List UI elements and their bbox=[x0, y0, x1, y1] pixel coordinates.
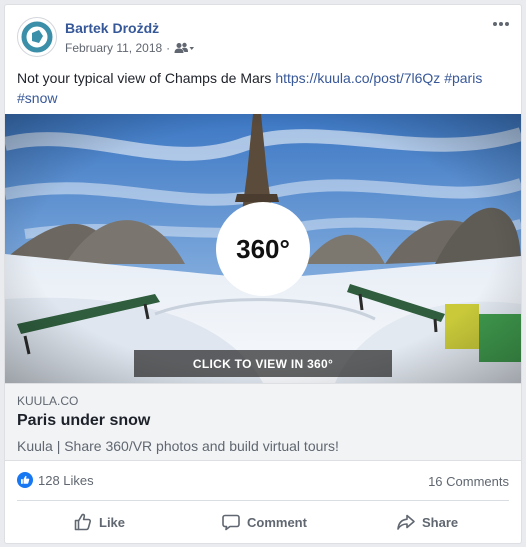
share-button[interactable]: Share bbox=[396, 502, 458, 542]
like-button[interactable]: Like bbox=[73, 502, 125, 542]
kuula-logo-icon bbox=[21, 21, 53, 53]
view-in-360-button[interactable]: CLICK TO VIEW IN 360° bbox=[134, 350, 392, 377]
comment-label: Comment bbox=[247, 514, 307, 530]
more-options-icon[interactable] bbox=[491, 17, 511, 31]
link-domain: KUULA.CO bbox=[17, 394, 79, 408]
likes-count[interactable]: 128 Likes bbox=[38, 473, 94, 488]
comments-count[interactable]: 16 Comments bbox=[428, 474, 509, 489]
comment-button[interactable]: Comment bbox=[221, 502, 307, 542]
link-description: Kuula | Share 360/VR photos and build vi… bbox=[17, 438, 339, 454]
link-preview[interactable]: KUULA.CO Paris under snow Kuula | Share … bbox=[5, 383, 521, 461]
author-name[interactable]: Bartek Drożdż bbox=[65, 20, 159, 36]
share-label: Share bbox=[422, 514, 459, 530]
like-reaction-icon bbox=[17, 472, 33, 488]
meta-separator: · bbox=[166, 41, 171, 55]
comment-icon bbox=[222, 514, 240, 531]
360-badge[interactable]: 360° bbox=[216, 202, 310, 296]
post-header: Bartek Drożdż February 11, 2018 · bbox=[5, 5, 521, 63]
thumbs-up-icon bbox=[74, 513, 92, 531]
post-link[interactable]: https://kuula.co/post/7l6Qz bbox=[275, 70, 440, 86]
post-text: Not your typical view of Champs de Mars … bbox=[17, 68, 507, 108]
post-stats: 128 Likes 16 Comments bbox=[17, 461, 509, 501]
post-meta: February 11, 2018 · bbox=[65, 41, 195, 55]
hashtag-snow[interactable]: #snow bbox=[17, 90, 57, 106]
link-title[interactable]: Paris under snow bbox=[17, 412, 150, 430]
share-icon bbox=[397, 514, 415, 530]
action-bar: Like Comment Share bbox=[17, 502, 509, 542]
friends-icon[interactable] bbox=[174, 42, 195, 54]
panorama-image[interactable]: 360° CLICK TO VIEW IN 360° bbox=[5, 114, 521, 383]
post-date[interactable]: February 11, 2018 bbox=[65, 41, 162, 55]
avatar[interactable] bbox=[17, 17, 57, 57]
like-label: Like bbox=[99, 514, 126, 530]
hashtag-paris[interactable]: #paris bbox=[444, 70, 482, 86]
post-card: Bartek Drożdż February 11, 2018 · Not yo… bbox=[4, 4, 522, 544]
post-text-body: Not your typical view of Champs de Mars bbox=[17, 70, 276, 86]
likes-summary[interactable]: 128 Likes bbox=[17, 472, 94, 488]
